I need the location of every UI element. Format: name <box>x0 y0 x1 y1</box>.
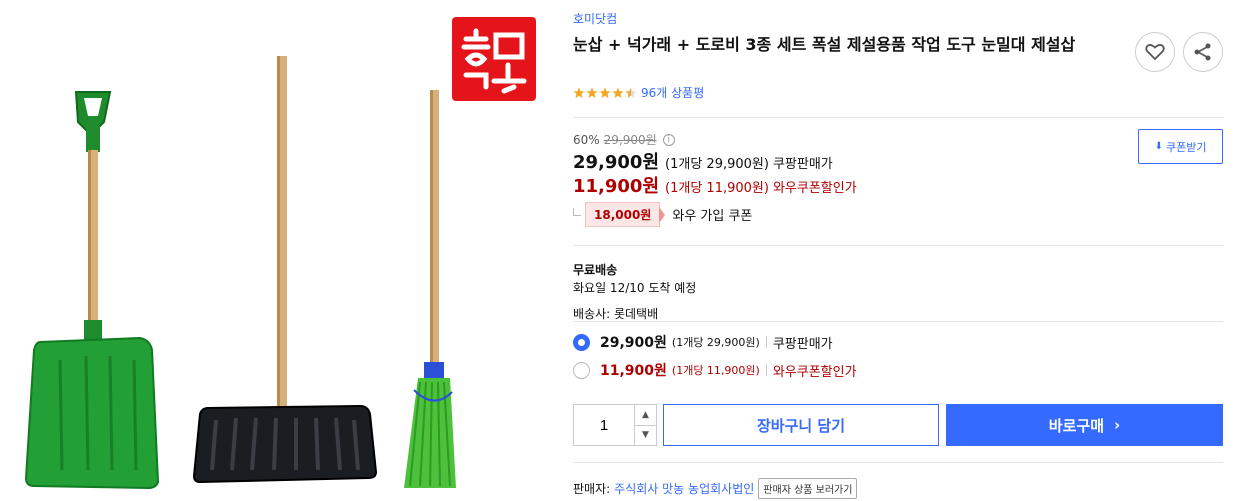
option-unit-price: (1개당 29,900원) <box>671 336 760 349</box>
share-button[interactable] <box>1183 32 1223 72</box>
quantity-stepper[interactable]: ▲ ▼ <box>573 404 657 446</box>
sale-price-row: 29,900원 (1개당 29,900원) 쿠팡판매가 <box>573 148 833 174</box>
star-icon <box>586 87 598 98</box>
divider <box>573 462 1223 463</box>
divider <box>573 321 1223 322</box>
star-icon <box>612 87 624 98</box>
original-price: 29,900원 <box>603 133 657 147</box>
indent-corner <box>573 207 581 216</box>
option-label: 쿠팡판매가 <box>772 336 833 352</box>
brand-link[interactable]: 호미닷컴 <box>573 10 617 27</box>
share-icon <box>1194 43 1211 61</box>
coupon-unit-price: (1개당 11,900원) <box>665 181 769 196</box>
arrival-date: 화요일 12/10 도착 예정 <box>573 281 697 295</box>
rating-stars <box>573 87 638 99</box>
sale-price-label: 쿠팡판매가 <box>772 157 833 172</box>
quantity-steps: ▲ ▼ <box>634 405 656 445</box>
wow-coupon-label: 와우 가입 쿠폰 <box>672 209 753 224</box>
green-snow-shovel <box>24 91 160 490</box>
separator <box>765 336 767 348</box>
option-price: 11,900원 <box>600 363 667 379</box>
star-icon <box>599 87 611 98</box>
rating[interactable]: 96개 상품평 <box>573 84 704 101</box>
download-icon: ⬇ <box>1154 141 1163 152</box>
seller-prefix: 판매자: <box>573 482 611 496</box>
chevron-right-icon: › <box>1114 416 1121 434</box>
price-option[interactable]: 29,900원 (1개당 29,900원) 쿠팡판매가 <box>573 332 833 352</box>
coupon-price: 11,900원 <box>573 176 660 197</box>
wow-coupon-badge: 18,000원 <box>585 202 666 227</box>
divider <box>573 245 1223 246</box>
half-star-icon <box>625 87 637 98</box>
review-count[interactable]: 96개 상품평 <box>641 84 704 101</box>
carrier: 배송사: 롯데택배 <box>573 307 659 321</box>
seller-row: 판매자: 주식회사 맛농 농업회사법인 판매자 상품 보러가기 <box>573 478 858 499</box>
product-info: 호미닷컴 눈삽 + 넉가래 + 도로비 3종 세트 폭설 제설용품 작업 도구 … <box>573 0 1223 501</box>
radio-unselected[interactable] <box>573 361 590 379</box>
seller-products-link[interactable]: 판매자 상품 보러가기 <box>758 478 858 499</box>
option-price: 29,900원 <box>600 335 667 351</box>
seller-name[interactable]: 주식회사 맛농 농업회사법인 <box>614 480 754 497</box>
info-icon[interactable]: i <box>662 133 675 146</box>
wow-coupon-row: 18,000원 와우 가입 쿠폰 <box>573 202 752 227</box>
coupon-button-label: 쿠폰받기 <box>1165 140 1207 154</box>
radio-selected[interactable] <box>573 333 590 351</box>
coupon-price-row: 11,900원 (1개당 11,900원) 와우쿠폰할인가 <box>573 172 857 198</box>
separator <box>765 364 767 376</box>
sale-unit-price: (1개당 29,900원) <box>665 157 769 172</box>
coupon-download-button[interactable]: ⬇ 쿠폰받기 <box>1138 129 1223 164</box>
black-snow-pusher <box>192 56 378 484</box>
product-image[interactable] <box>0 0 560 501</box>
price-option[interactable]: 11,900원 (1개당 11,900원) 와우쿠폰할인가 <box>573 360 857 380</box>
product-page: 호미닷컴 눈삽 + 넉가래 + 도로비 3종 세트 폭설 제설용품 작업 도구 … <box>0 0 1236 501</box>
option-unit-price: (1개당 11,900원) <box>671 364 760 377</box>
green-broom <box>404 90 456 488</box>
buy-now-button[interactable]: 바로구매 › <box>946 404 1223 446</box>
free-shipping: 무료배송 <box>573 263 618 277</box>
discount-row: 60% 29,900원 i <box>573 131 675 148</box>
coupon-price-label: 와우쿠폰할인가 <box>772 181 857 196</box>
brand-logo <box>452 17 536 101</box>
quantity-decrease-button[interactable]: ▼ <box>635 426 656 446</box>
star-icon <box>573 87 585 98</box>
favorite-button[interactable] <box>1135 32 1175 72</box>
buy-now-label: 바로구매 <box>1048 416 1104 435</box>
discount-rate: 60% <box>573 132 600 147</box>
quantity-increase-button[interactable]: ▲ <box>635 405 656 426</box>
quantity-input[interactable] <box>574 405 634 445</box>
brand-logo-mark <box>461 28 527 94</box>
product-title: 눈삽 + 넉가래 + 도로비 3종 세트 폭설 제설용품 작업 도구 눈밀대 제… <box>573 35 1076 54</box>
sale-price: 29,900원 <box>573 152 660 173</box>
divider <box>573 117 1223 118</box>
option-label: 와우쿠폰할인가 <box>772 364 857 380</box>
heart-icon <box>1145 44 1165 61</box>
add-to-cart-button[interactable]: 장바구니 담기 <box>663 404 939 446</box>
